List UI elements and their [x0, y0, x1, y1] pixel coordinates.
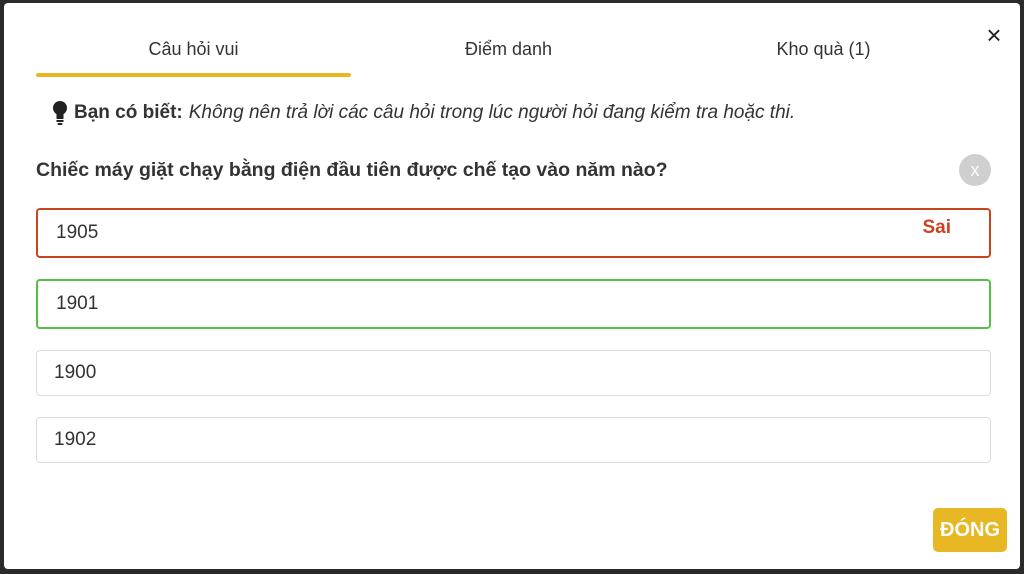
answer-option[interactable]: 1900	[36, 350, 991, 396]
dismiss-question-icon[interactable]: x	[959, 154, 991, 186]
active-tab-indicator	[36, 73, 351, 77]
close-button[interactable]: ĐÓNG	[933, 508, 1007, 552]
answer-option[interactable]: 1902	[36, 417, 991, 463]
tab-bar: Câu hỏi vui Điểm danh Kho quà (1)	[36, 27, 980, 77]
tab-gift-box[interactable]: Kho quà (1)	[666, 27, 981, 77]
tab-fun-questions[interactable]: Câu hỏi vui	[36, 27, 351, 77]
tip-label: Bạn có biết:	[74, 102, 183, 123]
tip-text: Không nên trả lời các câu hỏi trong lúc …	[188, 102, 796, 123]
option-value: 1905	[56, 222, 99, 243]
option-value: 1902	[54, 429, 97, 450]
answer-option-wrong[interactable]: 1905 Sai	[36, 208, 991, 258]
wrong-badge: Sai	[922, 217, 951, 238]
lightbulb-icon	[53, 101, 67, 125]
question-text: Chiếc máy giặt chạy bằng điện đầu tiên đ…	[36, 159, 668, 181]
option-value: 1900	[54, 362, 97, 383]
answer-option-correct[interactable]: 1901	[36, 279, 991, 329]
tab-attendance[interactable]: Điểm danh	[351, 27, 666, 77]
close-icon[interactable]: ×	[980, 21, 1008, 49]
option-value: 1901	[56, 293, 99, 314]
did-you-know-tip: Bạn có biết: Không nên trả lời các câu h…	[52, 100, 952, 126]
quiz-modal: × Câu hỏi vui Điểm danh Kho quà (1) Bạn …	[4, 3, 1020, 569]
